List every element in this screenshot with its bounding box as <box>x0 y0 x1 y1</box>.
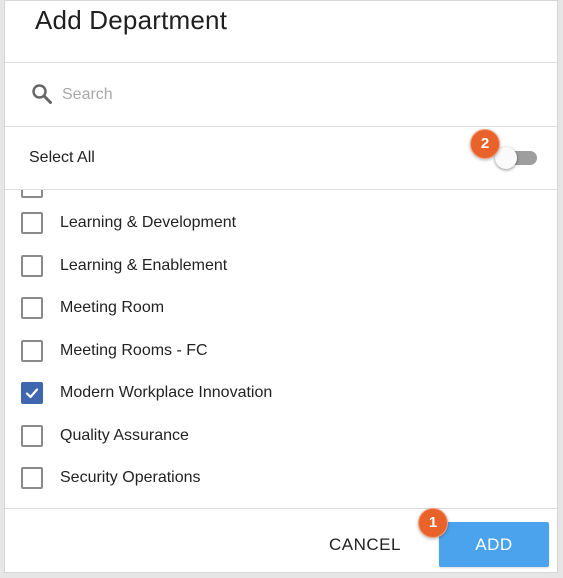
checkbox[interactable] <box>21 467 43 489</box>
checkbox[interactable] <box>21 339 43 362</box>
select-all-label: Select All <box>29 149 95 166</box>
list-item[interactable]: Modern Workplace Innovation <box>5 372 557 414</box>
department-list[interactable]: Learning & Development Learning & Enablem… <box>5 190 557 508</box>
list-item-label: Meeting Rooms - FC <box>60 341 208 359</box>
select-all-toggle[interactable] <box>495 147 541 169</box>
dialog-title: Add Department <box>35 5 228 35</box>
add-button[interactable]: ADD <box>439 522 549 567</box>
list-item-label: Meeting Room <box>60 299 165 316</box>
checkbox-checked[interactable] <box>21 382 43 404</box>
list-item[interactable]: Quality Assurance <box>5 415 557 457</box>
search-bar <box>5 63 557 126</box>
search-input[interactable] <box>60 81 504 109</box>
add-department-dialog: Add Department Select All Learning & Dev… <box>4 0 558 573</box>
list-item[interactable]: Security Operations <box>5 457 557 499</box>
checkbox[interactable] <box>21 212 43 234</box>
dialog-footer: CANCEL ADD <box>5 509 557 572</box>
checkbox[interactable] <box>21 297 43 319</box>
list-item[interactable]: Learning & Enablement <box>5 245 557 287</box>
checkbox[interactable] <box>21 254 43 277</box>
partial-checkbox[interactable] <box>21 190 43 198</box>
list-item-label: Learning & Enablement <box>60 256 228 274</box>
cancel-button[interactable]: CANCEL <box>320 527 410 563</box>
list-item-label: Learning & Development <box>60 214 237 231</box>
list-item[interactable]: Meeting Room <box>5 287 557 329</box>
checkmark-icon <box>25 388 39 399</box>
list-item-label: Quality Assurance <box>60 426 189 444</box>
annotation-badge-1: 1 <box>418 508 448 538</box>
annotation-badge-2: 2 <box>470 129 500 159</box>
list-item[interactable]: Meeting Rooms - FC <box>5 330 557 372</box>
list-item-label: Modern Workplace Innovation <box>60 384 273 401</box>
list-item[interactable]: Learning & Development <box>5 202 557 244</box>
search-icon <box>31 83 53 105</box>
checkbox[interactable] <box>21 424 43 447</box>
list-item-label: Security Operations <box>60 469 201 486</box>
